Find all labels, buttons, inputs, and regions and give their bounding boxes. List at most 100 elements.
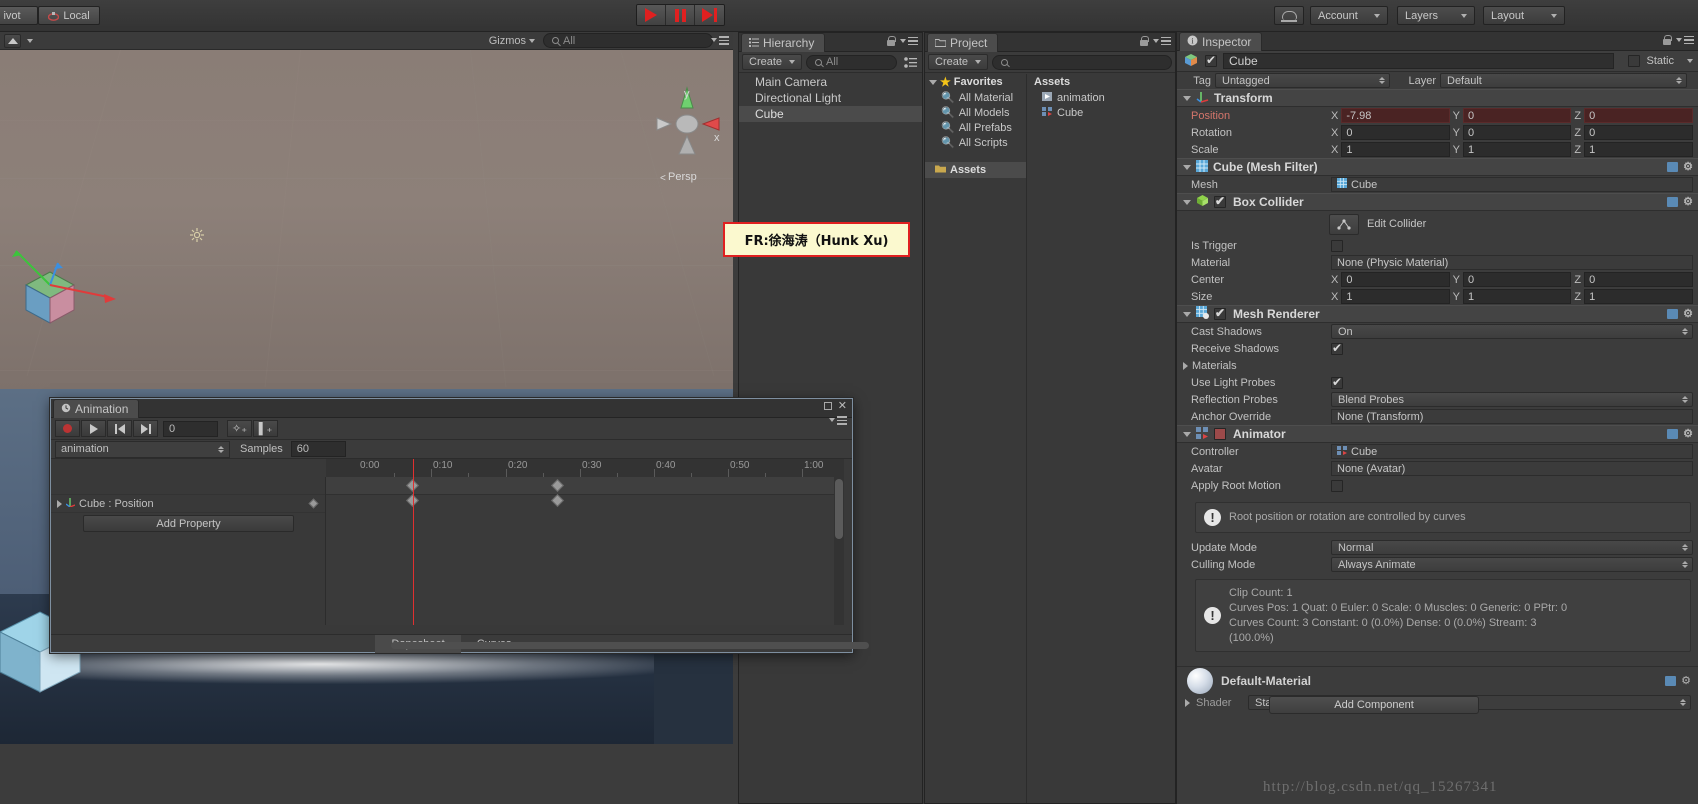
prev-keyframe-button[interactable] — [107, 420, 132, 437]
component-header-box-collider[interactable]: Box Collider ⚙ — [1177, 193, 1698, 211]
chevron-down-icon[interactable] — [1183, 164, 1191, 170]
animation-options-menu-icon[interactable] — [829, 416, 847, 425]
dopesheet-playhead[interactable] — [413, 477, 414, 625]
project-favorite-all-material[interactable]: 🔍 All Material — [925, 90, 1026, 105]
edit-collider-button[interactable] — [1329, 213, 1359, 235]
project-create-button[interactable]: Create — [928, 54, 989, 70]
size-z-field[interactable]: 1 — [1584, 289, 1694, 304]
chevron-right-icon[interactable] — [57, 499, 62, 508]
scene-persp-label[interactable]: Persp — [668, 171, 697, 183]
center-y-field[interactable]: 0 — [1463, 272, 1572, 287]
gear-icon[interactable]: ⚙ — [1681, 675, 1691, 686]
account-button[interactable]: Account — [1310, 6, 1388, 25]
project-assets-root[interactable]: Assets — [925, 162, 1026, 178]
gear-icon[interactable]: ⚙ — [1683, 309, 1693, 320]
play-button[interactable] — [637, 5, 666, 25]
animation-property-row[interactable]: Cube : Position — [51, 495, 325, 513]
position-z-field[interactable]: 0 — [1584, 108, 1694, 123]
lock-icon[interactable] — [1140, 36, 1149, 46]
collider-material-field[interactable]: None (Physic Material) — [1331, 255, 1693, 270]
property-keyframe-toggle[interactable] — [308, 498, 319, 509]
hierarchy-item-directional-light[interactable]: Directional Light — [739, 90, 922, 106]
tab-inspector[interactable]: i Inspector — [1179, 32, 1263, 51]
scale-z-field[interactable]: 1 — [1584, 142, 1694, 157]
project-favorite-all-prefabs[interactable]: 🔍 All Prefabs — [925, 120, 1026, 135]
gizmos-chevron-icon[interactable] — [529, 38, 535, 43]
component-header-animator[interactable]: Animator ⚙ — [1177, 425, 1698, 443]
cast-shadows-dropdown[interactable]: On — [1331, 324, 1693, 339]
project-favorites-group[interactable]: ★ Favorites — [925, 74, 1026, 90]
project-options-menu-icon[interactable] — [1153, 36, 1171, 46]
component-preset-icon[interactable] — [1667, 197, 1679, 207]
anchor-override-field[interactable]: None (Transform) — [1331, 409, 1693, 424]
static-chevron-icon[interactable] — [1687, 59, 1693, 63]
directional-light-gizmo[interactable] — [190, 228, 204, 242]
chevron-down-icon[interactable] — [1183, 311, 1191, 317]
timeline-playhead[interactable] — [413, 459, 414, 479]
controller-object-field[interactable]: Cube — [1331, 444, 1693, 459]
local-toggle-button[interactable]: Local — [38, 6, 100, 25]
chevron-down-icon[interactable] — [27, 38, 33, 43]
tab-hierarchy[interactable]: Hierarchy — [741, 33, 826, 52]
scale-x-field[interactable]: 1 — [1341, 142, 1450, 157]
next-keyframe-button[interactable] — [133, 420, 158, 437]
clip-selector-dropdown[interactable]: animation — [55, 440, 230, 458]
inspector-options-menu-icon[interactable] — [1676, 35, 1694, 45]
scale-y-field[interactable]: 1 — [1463, 142, 1572, 157]
center-x-field[interactable]: 0 — [1341, 272, 1450, 287]
component-header-mesh-renderer[interactable]: Mesh Renderer ⚙ — [1177, 305, 1698, 323]
is-trigger-checkbox[interactable] — [1331, 239, 1343, 252]
selected-cube-gizmo[interactable] — [8, 225, 128, 335]
gameobject-name-field[interactable]: Cube — [1223, 53, 1615, 69]
animator-enabled-checkbox[interactable] — [1214, 428, 1226, 440]
mesh-object-field[interactable]: Cube — [1331, 177, 1693, 192]
rotation-x-field[interactable]: 0 — [1341, 125, 1450, 140]
component-header-transform[interactable]: Transform — [1177, 89, 1698, 107]
avatar-object-field[interactable]: None (Avatar) — [1331, 461, 1693, 476]
hierarchy-options-menu-icon[interactable] — [900, 36, 918, 46]
update-mode-dropdown[interactable]: Normal — [1331, 540, 1693, 555]
position-y-field[interactable]: 0 — [1463, 108, 1572, 123]
current-frame-input[interactable]: 0 — [163, 420, 218, 437]
component-preset-icon[interactable] — [1665, 675, 1677, 686]
keyframe-marker[interactable] — [551, 494, 564, 507]
lock-icon[interactable] — [1663, 35, 1672, 45]
samples-input[interactable]: 60 — [290, 441, 346, 457]
size-x-field[interactable]: 1 — [1341, 289, 1450, 304]
chevron-down-icon[interactable] — [929, 79, 937, 85]
add-component-button[interactable]: Add Component — [1269, 696, 1479, 714]
tab-animation[interactable]: Animation — [53, 399, 140, 418]
pivot-toggle-button[interactable]: ivot — [0, 6, 38, 25]
hierarchy-search-input[interactable]: All — [806, 54, 897, 70]
layers-button[interactable]: Layers — [1397, 6, 1475, 25]
tab-project[interactable]: Project — [927, 33, 999, 52]
materials-row[interactable]: Materials — [1177, 357, 1698, 374]
gear-icon[interactable]: ⚙ — [1683, 162, 1693, 173]
record-button[interactable] — [55, 420, 80, 437]
gear-icon[interactable]: ⚙ — [1683, 429, 1693, 440]
maximize-icon[interactable] — [823, 402, 832, 410]
scene-canvas[interactable]: y x Persp < — [0, 49, 733, 389]
tag-dropdown[interactable]: Untagged — [1215, 73, 1390, 88]
timeline-ruler[interactable]: 0:00 0:10 0:20 0:30 0:40 0:50 1:00 — [326, 459, 844, 477]
hierarchy-item-cube[interactable]: Cube — [739, 106, 922, 122]
layout-button[interactable]: Layout — [1483, 6, 1565, 25]
project-search-input[interactable] — [992, 54, 1172, 70]
component-preset-icon[interactable] — [1667, 429, 1679, 439]
close-icon[interactable]: ✕ — [838, 401, 847, 412]
lock-icon[interactable] — [887, 36, 896, 46]
receive-shadows-checkbox[interactable] — [1331, 341, 1343, 355]
hierarchy-create-button[interactable]: Create — [742, 54, 803, 70]
add-event-button[interactable]: ▌₊ — [253, 420, 278, 437]
scene-shading-mode-icon[interactable] — [4, 33, 21, 48]
step-button[interactable] — [695, 5, 724, 25]
rotation-y-field[interactable]: 0 — [1463, 125, 1572, 140]
hierarchy-item-main-camera[interactable]: Main Camera — [739, 74, 922, 90]
center-z-field[interactable]: 0 — [1584, 272, 1694, 287]
static-checkbox[interactable] — [1628, 55, 1641, 67]
asset-item-animation[interactable]: animation — [1028, 90, 1175, 105]
chevron-down-icon[interactable] — [1183, 431, 1191, 437]
material-preview-row[interactable]: Default-Material ⚙ — [1177, 666, 1698, 694]
dopesheet-vscrollbar[interactable] — [834, 477, 844, 625]
chevron-down-icon[interactable] — [1183, 95, 1191, 101]
